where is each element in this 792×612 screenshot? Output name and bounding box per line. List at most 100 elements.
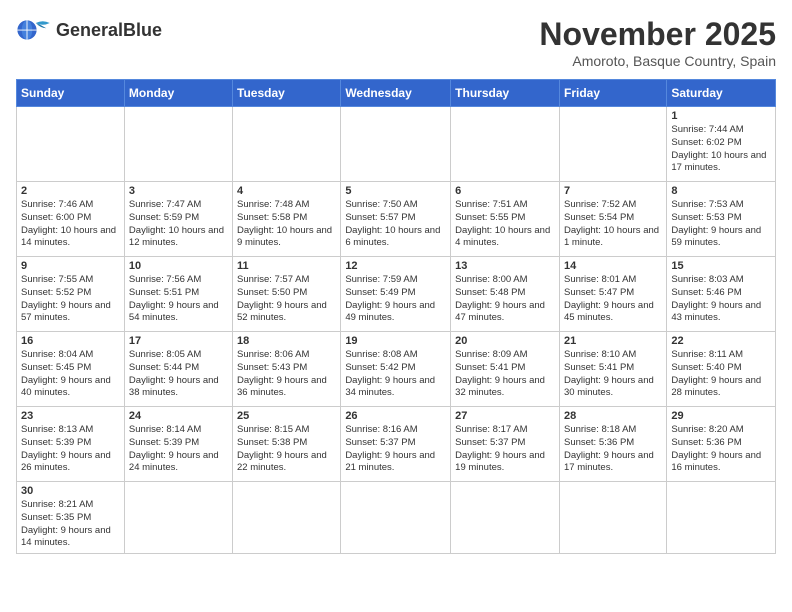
calendar-cell: 29Sunrise: 8:20 AM Sunset: 5:36 PM Dayli… <box>667 407 776 482</box>
calendar-cell <box>124 107 232 182</box>
day-number: 30 <box>21 485 120 497</box>
calendar-cell: 13Sunrise: 8:00 AM Sunset: 5:48 PM Dayli… <box>451 257 560 332</box>
calendar-cell: 15Sunrise: 8:03 AM Sunset: 5:46 PM Dayli… <box>667 257 776 332</box>
day-info: Sunrise: 8:18 AM Sunset: 5:36 PM Dayligh… <box>564 424 662 475</box>
calendar-cell <box>667 482 776 554</box>
logo: GeneralBlue <box>16 16 162 44</box>
day-info: Sunrise: 7:55 AM Sunset: 5:52 PM Dayligh… <box>21 274 120 325</box>
weekday-header-wednesday: Wednesday <box>341 80 451 107</box>
day-number: 18 <box>237 335 336 347</box>
calendar-cell: 20Sunrise: 8:09 AM Sunset: 5:41 PM Dayli… <box>451 332 560 407</box>
day-info: Sunrise: 8:13 AM Sunset: 5:39 PM Dayligh… <box>21 424 120 475</box>
location: Amoroto, Basque Country, Spain <box>539 53 776 69</box>
calendar-cell: 5Sunrise: 7:50 AM Sunset: 5:57 PM Daylig… <box>341 182 451 257</box>
calendar-cell <box>233 482 341 554</box>
calendar-cell <box>341 482 451 554</box>
calendar-cell: 12 Sunrise: 7:59 AM Sunset: 5:49 PM Dayli… <box>341 257 451 332</box>
calendar-cell: 10Sunrise: 7:56 AM Sunset: 5:51 PM Dayli… <box>124 257 232 332</box>
day-number: 22 <box>671 335 771 347</box>
day-number: 26 <box>345 410 446 422</box>
day-number: 7 <box>564 185 662 197</box>
calendar-table: SundayMondayTuesdayWednesdayThursdayFrid… <box>16 79 776 554</box>
day-number: 13 <box>455 260 555 272</box>
calendar-cell <box>451 482 560 554</box>
calendar-cell: 8Sunrise: 7:53 AM Sunset: 5:53 PM Daylig… <box>667 182 776 257</box>
weekday-header-monday: Monday <box>124 80 232 107</box>
day-info: Sunrise: 8:06 AM Sunset: 5:43 PM Dayligh… <box>237 349 336 400</box>
day-number: 4 <box>237 185 336 197</box>
calendar-cell: 19 Sunrise: 8:08 AM Sunset: 5:42 PM Dayli… <box>341 332 451 407</box>
logo-text-normal: General <box>56 20 123 40</box>
day-info: Sunrise: 8:09 AM Sunset: 5:41 PM Dayligh… <box>455 349 555 400</box>
day-info: Sunrise: 7:44 AM Sunset: 6:02 PM Dayligh… <box>671 124 771 175</box>
day-info: Sunrise: 7:48 AM Sunset: 5:58 PM Dayligh… <box>237 199 336 250</box>
day-info: Sunrise: 7:46 AM Sunset: 6:00 PM Dayligh… <box>21 199 120 250</box>
day-number: 25 <box>237 410 336 422</box>
day-info: Sunrise: 8:08 AM Sunset: 5:42 PM Dayligh… <box>345 349 446 400</box>
calendar-cell: 22 Sunrise: 8:11 AM Sunset: 5:40 PM Dayli… <box>667 332 776 407</box>
day-number: 28 <box>564 410 662 422</box>
day-info: Sunrise: 7:56 AM Sunset: 5:51 PM Dayligh… <box>129 274 228 325</box>
day-info: Sunrise: 8:10 AM Sunset: 5:41 PM Dayligh… <box>564 349 662 400</box>
calendar-cell: 26 Sunrise: 8:16 AM Sunset: 5:37 PM Dayli… <box>341 407 451 482</box>
day-info: Sunrise: 8:03 AM Sunset: 5:46 PM Dayligh… <box>671 274 771 325</box>
day-info: Sunrise: 7:50 AM Sunset: 5:57 PM Dayligh… <box>345 199 446 250</box>
calendar-cell <box>451 107 560 182</box>
calendar-cell: 16Sunrise: 8:04 AM Sunset: 5:45 PM Dayli… <box>17 332 125 407</box>
calendar-cell: 21 Sunrise: 8:10 AM Sunset: 5:41 PM Dayli… <box>559 332 666 407</box>
day-number: 23 <box>21 410 120 422</box>
day-number: 11 <box>237 260 336 272</box>
calendar-cell: 2Sunrise: 7:46 AM Sunset: 6:00 PM Daylig… <box>17 182 125 257</box>
day-info: Sunrise: 8:16 AM Sunset: 5:37 PM Dayligh… <box>345 424 446 475</box>
calendar-cell: 27Sunrise: 8:17 AM Sunset: 5:37 PM Dayli… <box>451 407 560 482</box>
day-info: Sunrise: 8:05 AM Sunset: 5:44 PM Dayligh… <box>129 349 228 400</box>
weekday-header-thursday: Thursday <box>451 80 560 107</box>
calendar-cell: 7Sunrise: 7:52 AM Sunset: 5:54 PM Daylig… <box>559 182 666 257</box>
logo-text: GeneralBlue <box>56 20 162 41</box>
calendar-cell: 11Sunrise: 7:57 AM Sunset: 5:50 PM Dayli… <box>233 257 341 332</box>
calendar-cell <box>124 482 232 554</box>
calendar-cell: 14Sunrise: 8:01 AM Sunset: 5:47 PM Dayli… <box>559 257 666 332</box>
day-number: 19 <box>345 335 446 347</box>
day-number: 6 <box>455 185 555 197</box>
calendar-week-2: 2Sunrise: 7:46 AM Sunset: 6:00 PM Daylig… <box>17 182 776 257</box>
day-number: 1 <box>671 110 771 122</box>
title-area: November 2025 Amoroto, Basque Country, S… <box>539 16 776 69</box>
day-info: Sunrise: 8:14 AM Sunset: 5:39 PM Dayligh… <box>129 424 228 475</box>
calendar-cell: 24 Sunrise: 8:14 AM Sunset: 5:39 PM Dayli… <box>124 407 232 482</box>
calendar-cell: 9Sunrise: 7:55 AM Sunset: 5:52 PM Daylig… <box>17 257 125 332</box>
weekday-header-friday: Friday <box>559 80 666 107</box>
calendar-week-1: 1 Sunrise: 7:44 AM Sunset: 6:02 PM Daylig… <box>17 107 776 182</box>
weekday-header-tuesday: Tuesday <box>233 80 341 107</box>
page-header: GeneralBlue November 2025 Amoroto, Basqu… <box>16 16 776 69</box>
calendar-cell: 28 Sunrise: 8:18 AM Sunset: 5:36 PM Dayli… <box>559 407 666 482</box>
calendar-cell <box>559 482 666 554</box>
calendar-cell: 23 Sunrise: 8:13 AM Sunset: 5:39 PM Dayli… <box>17 407 125 482</box>
calendar-cell <box>559 107 666 182</box>
calendar-cell <box>17 107 125 182</box>
day-info: Sunrise: 7:53 AM Sunset: 5:53 PM Dayligh… <box>671 199 771 250</box>
day-number: 27 <box>455 410 555 422</box>
day-number: 12 <box>345 260 446 272</box>
calendar-cell: 4 Sunrise: 7:48 AM Sunset: 5:58 PM Daylig… <box>233 182 341 257</box>
day-info: Sunrise: 8:11 AM Sunset: 5:40 PM Dayligh… <box>671 349 771 400</box>
calendar-week-3: 9Sunrise: 7:55 AM Sunset: 5:52 PM Daylig… <box>17 257 776 332</box>
calendar-cell: 17 Sunrise: 8:05 AM Sunset: 5:44 PM Dayli… <box>124 332 232 407</box>
calendar-cell: 18 Sunrise: 8:06 AM Sunset: 5:43 PM Dayli… <box>233 332 341 407</box>
weekday-header-saturday: Saturday <box>667 80 776 107</box>
day-info: Sunrise: 8:04 AM Sunset: 5:45 PM Dayligh… <box>21 349 120 400</box>
calendar-week-6: 30Sunrise: 8:21 AM Sunset: 5:35 PM Dayli… <box>17 482 776 554</box>
logo-text-bold: Blue <box>123 20 162 40</box>
day-number: 17 <box>129 335 228 347</box>
calendar-cell <box>341 107 451 182</box>
day-info: Sunrise: 8:15 AM Sunset: 5:38 PM Dayligh… <box>237 424 336 475</box>
weekday-header-row: SundayMondayTuesdayWednesdayThursdayFrid… <box>17 80 776 107</box>
calendar-cell <box>233 107 341 182</box>
day-number: 21 <box>564 335 662 347</box>
day-info: Sunrise: 7:59 AM Sunset: 5:49 PM Dayligh… <box>345 274 446 325</box>
day-number: 24 <box>129 410 228 422</box>
calendar-cell: 30Sunrise: 8:21 AM Sunset: 5:35 PM Dayli… <box>17 482 125 554</box>
calendar-week-4: 16Sunrise: 8:04 AM Sunset: 5:45 PM Dayli… <box>17 332 776 407</box>
day-number: 29 <box>671 410 771 422</box>
day-number: 3 <box>129 185 228 197</box>
